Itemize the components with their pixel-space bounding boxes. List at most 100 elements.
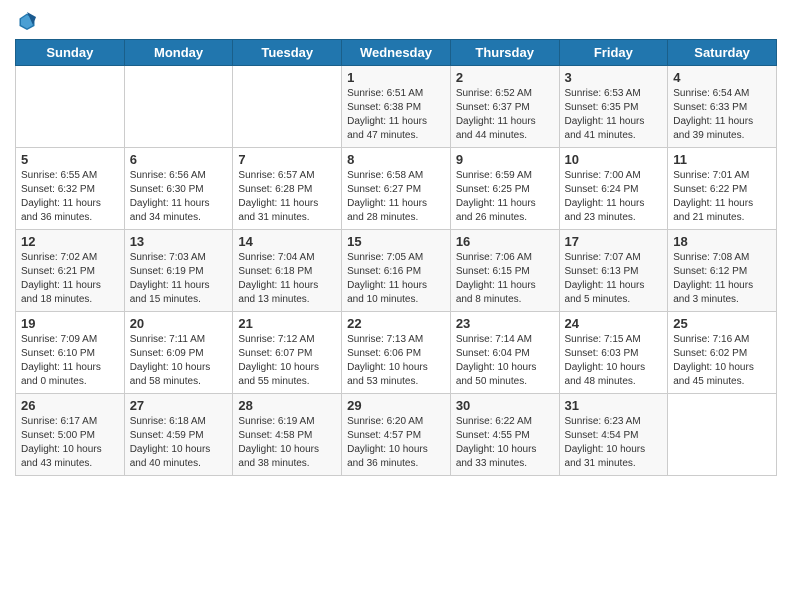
calendar-cell (16, 66, 125, 148)
day-number: 5 (21, 152, 119, 167)
day-number: 9 (456, 152, 554, 167)
day-number: 16 (456, 234, 554, 249)
day-number: 22 (347, 316, 445, 331)
logo-icon (17, 11, 37, 31)
day-info: Sunrise: 7:02 AM Sunset: 6:21 PM Dayligh… (21, 251, 119, 307)
day-number: 26 (21, 398, 119, 413)
day-info: Sunrise: 7:13 AM Sunset: 6:06 PM Dayligh… (347, 333, 445, 389)
day-number: 23 (456, 316, 554, 331)
day-number: 31 (565, 398, 663, 413)
day-info: Sunrise: 6:54 AM Sunset: 6:33 PM Dayligh… (673, 87, 771, 143)
day-info: Sunrise: 6:22 AM Sunset: 4:55 PM Dayligh… (456, 415, 554, 471)
calendar-cell: 28 Sunrise: 6:19 AM Sunset: 4:58 PM Dayli… (233, 394, 342, 476)
calendar-cell: 11 Sunrise: 7:01 AM Sunset: 6:22 PM Dayli… (668, 148, 777, 230)
day-number: 13 (130, 234, 228, 249)
calendar-cell: 8Sunrise: 6:58 AM Sunset: 6:27 PM Daylig… (342, 148, 451, 230)
calendar-cell: 10 Sunrise: 7:00 AM Sunset: 6:24 PM Dayli… (559, 148, 668, 230)
calendar-week-row: 12 Sunrise: 7:02 AM Sunset: 6:21 PM Dayli… (16, 230, 777, 312)
day-number: 8 (347, 152, 445, 167)
day-info: Sunrise: 7:01 AM Sunset: 6:22 PM Dayligh… (673, 169, 771, 225)
calendar-cell: 22 Sunrise: 7:13 AM Sunset: 6:06 PM Dayli… (342, 312, 451, 394)
calendar-cell: 5 Sunrise: 6:55 AM Sunset: 6:32 PM Daylig… (16, 148, 125, 230)
calendar-cell: 24 Sunrise: 7:15 AM Sunset: 6:03 PM Dayli… (559, 312, 668, 394)
calendar-cell (233, 66, 342, 148)
day-info: Sunrise: 7:16 AM Sunset: 6:02 PM Dayligh… (673, 333, 771, 389)
calendar-cell: 12 Sunrise: 7:02 AM Sunset: 6:21 PM Dayli… (16, 230, 125, 312)
day-info: Sunrise: 6:20 AM Sunset: 4:57 PM Dayligh… (347, 415, 445, 471)
calendar-table: SundayMondayTuesdayWednesdayThursdayFrid… (15, 39, 777, 476)
day-number: 24 (565, 316, 663, 331)
calendar-cell: 6 Sunrise: 6:56 AM Sunset: 6:30 PM Daylig… (124, 148, 233, 230)
day-info: Sunrise: 6:55 AM Sunset: 6:32 PM Dayligh… (21, 169, 119, 225)
weekday-header-row: SundayMondayTuesdayWednesdayThursdayFrid… (16, 40, 777, 66)
day-number: 30 (456, 398, 554, 413)
day-info: Sunrise: 7:14 AM Sunset: 6:04 PM Dayligh… (456, 333, 554, 389)
day-info: Sunrise: 7:04 AM Sunset: 6:18 PM Dayligh… (238, 251, 336, 307)
day-number: 11 (673, 152, 771, 167)
calendar-cell: 30 Sunrise: 6:22 AM Sunset: 4:55 PM Dayli… (450, 394, 559, 476)
calendar-cell: 9 Sunrise: 6:59 AM Sunset: 6:25 PM Daylig… (450, 148, 559, 230)
day-number: 21 (238, 316, 336, 331)
day-info: Sunrise: 7:06 AM Sunset: 6:15 PM Dayligh… (456, 251, 554, 307)
day-number: 2 (456, 70, 554, 85)
day-number: 17 (565, 234, 663, 249)
day-info: Sunrise: 7:12 AM Sunset: 6:07 PM Dayligh… (238, 333, 336, 389)
day-number: 19 (21, 316, 119, 331)
day-number: 27 (130, 398, 228, 413)
calendar-cell: 29 Sunrise: 6:20 AM Sunset: 4:57 PM Dayli… (342, 394, 451, 476)
day-info: Sunrise: 6:53 AM Sunset: 6:35 PM Dayligh… (565, 87, 663, 143)
weekday-header: Saturday (668, 40, 777, 66)
day-number: 18 (673, 234, 771, 249)
day-info: Sunrise: 7:15 AM Sunset: 6:03 PM Dayligh… (565, 333, 663, 389)
day-number: 14 (238, 234, 336, 249)
weekday-header: Monday (124, 40, 233, 66)
calendar-cell: 26 Sunrise: 6:17 AM Sunset: 5:00 PM Dayli… (16, 394, 125, 476)
day-info: Sunrise: 7:00 AM Sunset: 6:24 PM Dayligh… (565, 169, 663, 225)
weekday-header: Thursday (450, 40, 559, 66)
calendar-cell: 19 Sunrise: 7:09 AM Sunset: 6:10 PM Dayli… (16, 312, 125, 394)
calendar-cell: 25 Sunrise: 7:16 AM Sunset: 6:02 PM Dayli… (668, 312, 777, 394)
day-info: Sunrise: 6:17 AM Sunset: 5:00 PM Dayligh… (21, 415, 119, 471)
calendar-cell: 23 Sunrise: 7:14 AM Sunset: 6:04 PM Dayli… (450, 312, 559, 394)
calendar-cell: 2 Sunrise: 6:52 AM Sunset: 6:37 PM Daylig… (450, 66, 559, 148)
calendar-cell: 3 Sunrise: 6:53 AM Sunset: 6:35 PM Daylig… (559, 66, 668, 148)
day-info: Sunrise: 6:56 AM Sunset: 6:30 PM Dayligh… (130, 169, 228, 225)
day-number: 12 (21, 234, 119, 249)
day-number: 10 (565, 152, 663, 167)
calendar-cell: 13 Sunrise: 7:03 AM Sunset: 6:19 PM Dayli… (124, 230, 233, 312)
day-number: 29 (347, 398, 445, 413)
calendar-cell (124, 66, 233, 148)
calendar-cell: 17 Sunrise: 7:07 AM Sunset: 6:13 PM Dayli… (559, 230, 668, 312)
calendar-cell: 4Sunrise: 6:54 AM Sunset: 6:33 PM Daylig… (668, 66, 777, 148)
day-info: Sunrise: 7:05 AM Sunset: 6:16 PM Dayligh… (347, 251, 445, 307)
calendar-cell: 18 Sunrise: 7:08 AM Sunset: 6:12 PM Dayli… (668, 230, 777, 312)
day-number: 20 (130, 316, 228, 331)
page-container: SundayMondayTuesdayWednesdayThursdayFrid… (0, 0, 792, 486)
weekday-header: Wednesday (342, 40, 451, 66)
calendar-week-row: 5 Sunrise: 6:55 AM Sunset: 6:32 PM Daylig… (16, 148, 777, 230)
day-number: 6 (130, 152, 228, 167)
day-info: Sunrise: 6:59 AM Sunset: 6:25 PM Dayligh… (456, 169, 554, 225)
day-info: Sunrise: 7:08 AM Sunset: 6:12 PM Dayligh… (673, 251, 771, 307)
calendar-cell: 14 Sunrise: 7:04 AM Sunset: 6:18 PM Dayli… (233, 230, 342, 312)
day-info: Sunrise: 7:07 AM Sunset: 6:13 PM Dayligh… (565, 251, 663, 307)
day-info: Sunrise: 7:11 AM Sunset: 6:09 PM Dayligh… (130, 333, 228, 389)
day-info: Sunrise: 6:52 AM Sunset: 6:37 PM Dayligh… (456, 87, 554, 143)
day-info: Sunrise: 6:18 AM Sunset: 4:59 PM Dayligh… (130, 415, 228, 471)
day-number: 1 (347, 70, 445, 85)
day-number: 7 (238, 152, 336, 167)
day-info: Sunrise: 7:09 AM Sunset: 6:10 PM Dayligh… (21, 333, 119, 389)
calendar-cell: 27 Sunrise: 6:18 AM Sunset: 4:59 PM Dayli… (124, 394, 233, 476)
day-number: 3 (565, 70, 663, 85)
day-info: Sunrise: 6:23 AM Sunset: 4:54 PM Dayligh… (565, 415, 663, 471)
weekday-header: Tuesday (233, 40, 342, 66)
day-info: Sunrise: 6:19 AM Sunset: 4:58 PM Dayligh… (238, 415, 336, 471)
weekday-header: Friday (559, 40, 668, 66)
calendar-week-row: 19 Sunrise: 7:09 AM Sunset: 6:10 PM Dayli… (16, 312, 777, 394)
calendar-cell (668, 394, 777, 476)
calendar-week-row: 1Sunrise: 6:51 AM Sunset: 6:38 PM Daylig… (16, 66, 777, 148)
day-number: 28 (238, 398, 336, 413)
day-number: 25 (673, 316, 771, 331)
calendar-cell: 16 Sunrise: 7:06 AM Sunset: 6:15 PM Dayli… (450, 230, 559, 312)
day-info: Sunrise: 7:03 AM Sunset: 6:19 PM Dayligh… (130, 251, 228, 307)
